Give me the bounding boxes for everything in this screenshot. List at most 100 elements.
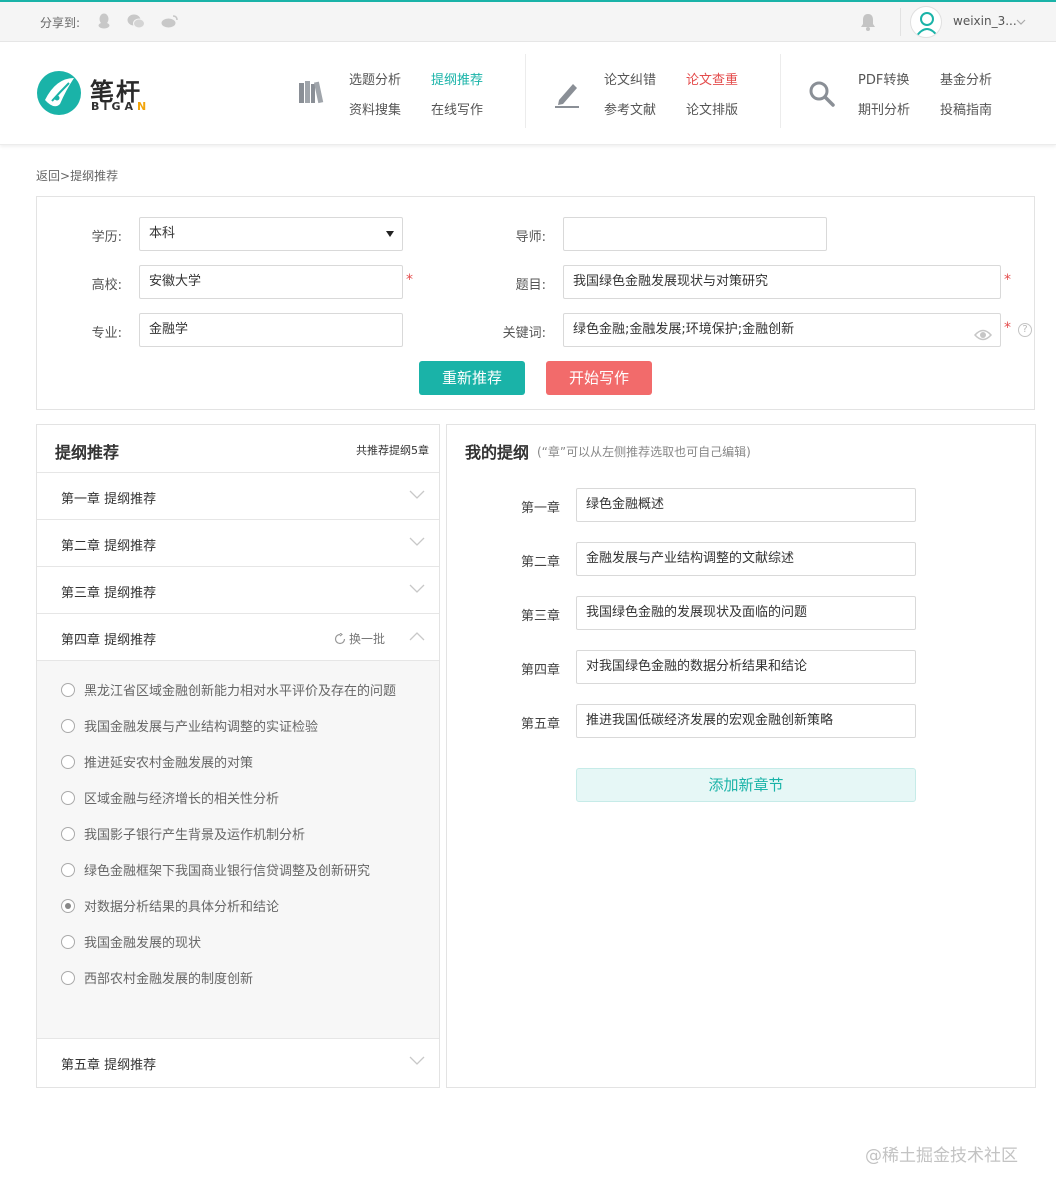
nav-online-writing[interactable]: 在线写作 — [431, 99, 483, 118]
chevron-down-icon[interactable] — [409, 536, 425, 548]
help-icon[interactable]: ? — [1018, 323, 1032, 337]
search-icon — [808, 80, 836, 108]
nav-pdf-convert[interactable]: PDF转换 — [858, 69, 909, 88]
keywords-label: 关键词: — [502, 326, 546, 341]
education-label: 学历: — [91, 230, 122, 245]
major-input[interactable]: 金融学 — [139, 313, 403, 347]
re-recommend-button[interactable]: 重新推荐 — [419, 361, 525, 395]
chapter-number-label: 第三章 — [521, 609, 561, 624]
nav-material-collect[interactable]: 资料搜集 — [349, 99, 401, 118]
outline-recommend-panel: 提纲推荐 共推荐提纲5章 第一章 提纲推荐 第二章 提纲推荐 第三章 提纲推荐 … — [36, 424, 440, 1088]
outline-option[interactable]: 我国金融发展的现状 — [61, 932, 201, 951]
panel-hint: (“章”可以从左侧推荐选取也可自己编辑) — [537, 445, 751, 459]
chapter-accordion-5[interactable]: 第五章 提纲推荐 — [37, 1038, 439, 1087]
outline-option[interactable]: 我国影子银行产生背景及运作机制分析 — [61, 824, 305, 843]
outline-option[interactable]: 区域金融与经济增长的相关性分析 — [61, 788, 279, 807]
chapter-number-label: 第四章 — [521, 663, 561, 678]
add-chapter-button[interactable]: 添加新章节 — [576, 768, 916, 802]
top-bar: 分享到: weixin_3... — [0, 0, 1056, 42]
chapter-options-list: 黑龙江省区域金融创新能力相对水平评价及存在的问题 我国金融发展与产业结构调整的实… — [37, 660, 439, 1038]
nav-topic-analysis[interactable]: 选题分析 — [349, 69, 401, 88]
radio-button[interactable] — [61, 970, 75, 985]
divider — [900, 8, 901, 36]
chapter-title-input[interactable]: 金融发展与产业结构调整的文献综述 — [576, 542, 916, 576]
chapter-title-input[interactable]: 推进我国低碳经济发展的宏观金融创新策略 — [576, 704, 916, 738]
nav-references[interactable]: 参考文献 — [604, 99, 656, 118]
topic-label: 题目: — [515, 278, 546, 293]
back-link[interactable]: 返回 — [36, 169, 60, 183]
chevron-up-icon[interactable] — [409, 630, 425, 642]
required-mark: * — [1004, 320, 1011, 336]
bell-icon[interactable] — [858, 12, 878, 32]
nav-divider — [780, 54, 781, 128]
breadcrumb-current: 提纲推荐 — [70, 169, 119, 183]
qq-icon[interactable] — [96, 13, 112, 29]
pen-icon — [553, 80, 581, 108]
wechat-icon[interactable] — [126, 13, 146, 29]
mentor-input[interactable] — [563, 217, 827, 251]
breadcrumb-separator: > — [60, 169, 71, 183]
dropdown-arrow-icon — [386, 231, 394, 237]
watermark: @稀土掘金技术社区 — [865, 1146, 1018, 1166]
outline-option[interactable]: 我国金融发展与产业结构调整的实证检验 — [61, 716, 318, 735]
school-input[interactable]: 安徽大学 — [139, 265, 403, 299]
swap-batch-button[interactable]: 换一批 — [334, 630, 385, 647]
chapter-accordion-3[interactable]: 第三章 提纲推荐 — [37, 566, 439, 613]
chevron-down-icon[interactable] — [1016, 16, 1026, 26]
radio-button[interactable] — [61, 718, 75, 733]
chevron-down-icon[interactable] — [409, 489, 425, 501]
nav-plagiarism-check[interactable]: 论文查重 — [686, 69, 738, 88]
nav-submission-guide[interactable]: 投稿指南 — [940, 99, 992, 118]
topic-input[interactable]: 我国绿色金融发展现状与对策研究 — [563, 265, 1001, 299]
books-icon — [298, 80, 326, 108]
required-mark: * — [406, 272, 413, 288]
eye-icon[interactable] — [973, 323, 993, 341]
chapter-title-input[interactable]: 对我国绿色金融的数据分析结果和结论 — [576, 650, 916, 684]
radio-button[interactable] — [61, 898, 75, 913]
nav-outline-recommend[interactable]: 提纲推荐 — [431, 69, 483, 88]
avatar[interactable] — [910, 6, 942, 38]
outline-option[interactable]: 对数据分析结果的具体分析和结论 — [61, 896, 279, 915]
panel-title: 提纲推荐 — [55, 443, 120, 462]
chevron-down-icon[interactable] — [409, 583, 425, 595]
chapter-accordion-4[interactable]: 第四章 提纲推荐 换一批 — [37, 613, 439, 660]
radio-button[interactable] — [61, 862, 75, 877]
start-writing-button[interactable]: 开始写作 — [546, 361, 652, 395]
chapter-number-label: 第一章 — [521, 501, 561, 516]
username[interactable]: weixin_3... — [953, 14, 1017, 28]
radio-button[interactable] — [61, 934, 75, 949]
nav-journal-analysis[interactable]: 期刊分析 — [858, 99, 910, 118]
education-select[interactable]: 本科 — [139, 217, 403, 251]
chapter-label: 第三章 提纲推荐 — [61, 586, 157, 601]
nav-divider — [525, 54, 526, 128]
radio-button[interactable] — [61, 754, 75, 769]
nav-fund-analysis[interactable]: 基金分析 — [940, 69, 992, 88]
nav-typesetting[interactable]: 论文排版 — [686, 99, 738, 118]
chevron-down-icon[interactable] — [409, 1055, 425, 1067]
chapter-title-input[interactable]: 我国绿色金融的发展现状及面临的问题 — [576, 596, 916, 630]
radio-button[interactable] — [61, 790, 75, 805]
outline-option[interactable]: 绿色金融框架下我国商业银行信贷调整及创新研究 — [61, 860, 370, 879]
chapter-number-label: 第五章 — [521, 717, 561, 732]
recommend-count: 共推荐提纲5章 — [356, 444, 429, 457]
required-mark: * — [1004, 272, 1011, 288]
chapter-accordion-1[interactable]: 第一章 提纲推荐 — [37, 472, 439, 519]
refresh-icon — [334, 632, 346, 645]
keywords-input[interactable]: 绿色金融;金融发展;环境保护;金融创新 — [563, 313, 1001, 347]
nav-paper-correction[interactable]: 论文纠错 — [604, 69, 656, 88]
outline-option[interactable]: 推进延安农村金融发展的对策 — [61, 752, 253, 771]
outline-option[interactable]: 西部农村金融发展的制度创新 — [61, 968, 253, 987]
chapter-title-input[interactable]: 绿色金融概述 — [576, 488, 916, 522]
chapter-accordion-2[interactable]: 第二章 提纲推荐 — [37, 519, 439, 566]
panel-title: 我的提纲 — [465, 443, 530, 462]
mentor-label: 导师: — [515, 230, 546, 245]
radio-button[interactable] — [61, 682, 75, 697]
main-header: 笔杆 BIGAN 选题分析 提纲推荐 资料搜集 在线写作 论文纠错 论文查重 参… — [0, 42, 1056, 145]
weibo-icon[interactable] — [160, 13, 178, 29]
school-label: 高校: — [91, 278, 122, 293]
radio-button[interactable] — [61, 826, 75, 841]
logo-text-en[interactable]: BIGAN — [91, 100, 150, 113]
logo-icon[interactable] — [36, 70, 82, 116]
outline-option[interactable]: 黑龙江省区域金融创新能力相对水平评价及存在的问题 — [61, 680, 396, 699]
chapter-label: 第一章 提纲推荐 — [61, 492, 157, 507]
